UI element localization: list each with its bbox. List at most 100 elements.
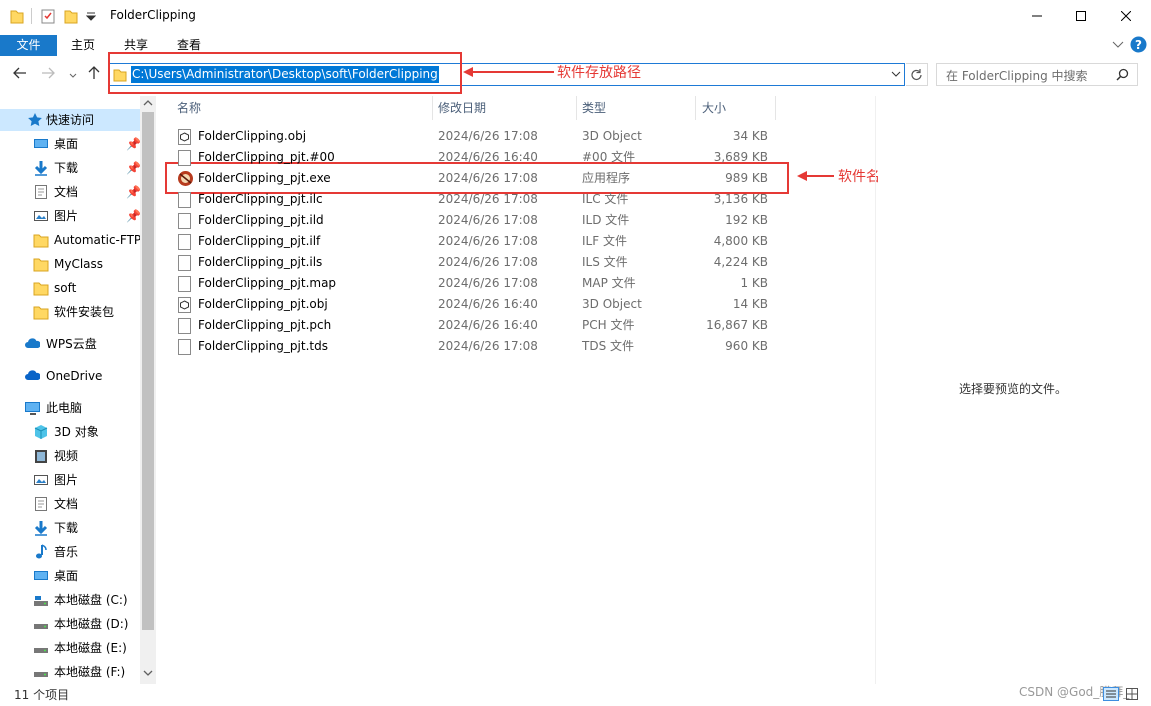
sidebar-item-downloads[interactable]: 下载 📌 [0,157,140,179]
file-row[interactable]: FolderClipping_pjt.obj 2024/6/26 16:40 3… [172,294,772,315]
column-header-name[interactable]: 名称 [177,98,201,118]
file-icon [178,234,191,250]
sidebar-item-software-packages[interactable]: 软件安装包 [0,301,140,323]
video-icon [35,450,47,463]
file-row[interactable]: FolderClipping_pjt.ils 2024/6/26 17:08 I… [172,252,772,273]
computer-icon [25,402,40,415]
minimize-button[interactable] [1014,0,1060,31]
sidebar-item-soft[interactable]: soft [0,277,140,299]
pin-icon: 📌 [126,209,140,223]
properties-icon[interactable] [40,8,56,24]
sidebar-item-music[interactable]: 音乐 [0,541,140,563]
sidebar-item-drive-c[interactable]: 本地磁盘 (C:) [0,589,140,611]
recent-locations-button[interactable] [64,66,82,84]
tab-home[interactable]: 主页 [62,35,104,56]
sidebar-item-documents[interactable]: 文档 📌 [0,181,140,203]
sidebar-item-drive-f[interactable]: 本地磁盘 (F:) [0,661,140,683]
folder-icon [33,282,49,296]
sidebar-item-pictures[interactable]: 图片 📌 [0,205,140,227]
star-icon [28,113,42,126]
sidebar-item-label: 下载 [54,521,79,535]
column-header-size[interactable]: 大小 [702,98,726,118]
refresh-button[interactable] [906,63,928,86]
scroll-down-icon[interactable] [143,670,153,677]
sidebar-item-label: MyClass [54,257,104,271]
file-size: 34 KB [732,129,768,143]
sidebar-item-drive-e[interactable]: 本地磁盘 (E:) [0,637,140,659]
file-name: FolderClipping_pjt.ilc [198,192,323,206]
scroll-up-icon[interactable] [143,99,153,106]
column-divider[interactable] [695,96,696,120]
pin-icon: 📌 [126,161,140,175]
sidebar-item-pc-pictures[interactable]: 图片 [0,469,140,491]
sidebar-item-pc-desktop[interactable]: 桌面 [0,565,140,587]
sidebar-item-label: 桌面 [54,137,79,151]
sidebar-item-this-pc[interactable]: 此电脑 [0,397,140,419]
sidebar-item-onedrive[interactable]: OneDrive [0,365,140,387]
up-button[interactable] [85,66,103,84]
file-name: FolderClipping_pjt.ild [198,213,324,227]
large-icons-view-icon[interactable] [1125,687,1139,701]
file-row[interactable]: FolderClipping_pjt.ilc 2024/6/26 17:08 I… [172,189,772,210]
file-row[interactable]: FolderClipping_pjt.exe 2024/6/26 17:08 应… [172,168,772,189]
column-divider[interactable] [775,96,776,120]
title-bar: FolderClipping [0,0,1151,32]
desktop-icon [34,139,48,148]
system-drive-icon [34,596,48,606]
file-row[interactable]: FolderClipping_pjt.tds 2024/6/26 17:08 T… [172,336,772,357]
sidebar-item-myclass[interactable]: MyClass [0,253,140,275]
file-row[interactable]: FolderClipping_pjt.#00 2024/6/26 16:40 #… [172,147,772,168]
file-size: 1 KB [740,276,768,290]
column-divider[interactable] [432,96,433,120]
sidebar-item-3d-objects[interactable]: 3D 对象 [0,421,140,443]
sidebar-item-drive-d[interactable]: 本地磁盘 (D:) [0,613,140,635]
sidebar-item-desktop[interactable]: 桌面 📌 [0,133,140,155]
status-bar [0,684,1151,706]
forward-button[interactable] [39,66,57,84]
tab-file[interactable]: 文件 [0,35,57,56]
customize-toolbar-icon[interactable] [86,12,96,22]
file-row[interactable]: FolderClipping_pjt.map 2024/6/26 17:08 M… [172,273,772,294]
sidebar-item-label: 图片 [54,473,79,487]
column-divider[interactable] [576,96,577,120]
search-placeholder: 在 FolderClipping 中搜索 [946,69,1088,83]
sidebar-item-label: 本地磁盘 (E:) [54,641,127,655]
sidebar-item-automatic-ftp[interactable]: Automatic-FTP_ [0,229,140,251]
file-type: #00 文件 [582,150,636,164]
folder-icon [33,306,49,320]
file-size: 4,224 KB [713,255,768,269]
sidebar-scroll-thumb[interactable] [142,112,154,630]
column-header-date[interactable]: 修改日期 [438,98,486,118]
file-row[interactable]: FolderClipping_pjt.pch 2024/6/26 16:40 P… [172,315,772,336]
file-size: 3,689 KB [713,150,768,164]
pictures-icon [34,211,48,221]
file-row[interactable]: FolderClipping_pjt.ild 2024/6/26 17:08 I… [172,210,772,231]
refresh-icon [911,69,922,81]
sidebar-item-pc-downloads[interactable]: 下载 [0,517,140,539]
document-icon [35,185,47,199]
close-button[interactable] [1103,0,1149,31]
back-button[interactable] [11,66,29,84]
file-name: FolderClipping_pjt.ilf [198,234,321,248]
address-dropdown-icon[interactable] [891,71,901,78]
file-row[interactable]: FolderClipping_pjt.ilf 2024/6/26 17:08 I… [172,231,772,252]
sidebar-item-label: soft [54,281,77,295]
file-date: 2024/6/26 16:40 [438,318,538,332]
new-folder-icon[interactable] [64,8,78,24]
close-icon [1121,10,1131,21]
column-header-type[interactable]: 类型 [582,98,606,118]
file-size: 16,867 KB [706,318,768,332]
file-row[interactable]: FolderClipping.obj 2024/6/26 17:08 3D Ob… [172,126,772,147]
help-icon[interactable]: ? [1130,36,1147,53]
expand-ribbon-icon[interactable] [1112,41,1124,49]
sidebar-item-pc-documents[interactable]: 文档 [0,493,140,515]
maximize-button[interactable] [1058,0,1104,31]
sidebar-item-videos[interactable]: 视频 [0,445,140,467]
sidebar-item-wps-cloud[interactable]: WPS云盘 [0,333,140,355]
details-view-icon[interactable] [1103,687,1119,701]
sidebar-item-quick-access[interactable]: 快速访问 [0,109,140,131]
file-size: 14 KB [732,297,768,311]
sidebar-item-label: 本地磁盘 (F:) [54,665,126,679]
pin-icon: 📌 [126,185,140,199]
item-count: 11 个项目 [14,688,70,702]
